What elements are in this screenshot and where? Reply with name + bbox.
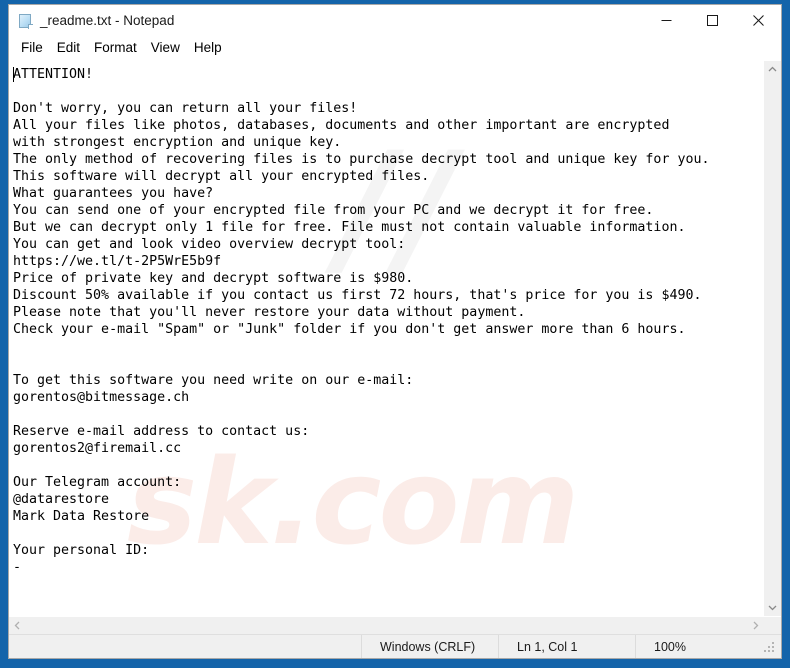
- scroll-up-arrow-icon[interactable]: [764, 61, 781, 78]
- close-button[interactable]: [735, 5, 781, 36]
- text-caret: [13, 67, 14, 82]
- menu-item-edit[interactable]: Edit: [50, 39, 87, 58]
- minimize-button[interactable]: [643, 5, 689, 36]
- menu-item-view[interactable]: View: [144, 39, 187, 58]
- status-line-ending: Windows (CRLF): [361, 635, 498, 658]
- notepad-window: _readme.txt - Notepad File Edit Format V…: [8, 4, 782, 659]
- title-bar-left: _readme.txt - Notepad: [9, 13, 643, 29]
- close-icon: [752, 15, 764, 26]
- text-editor[interactable]: // sk.com ATTENTION! Don't worry, you ca…: [9, 61, 763, 616]
- menu-bar: File Edit Format View Help: [9, 36, 781, 60]
- desktop-background: _readme.txt - Notepad File Edit Format V…: [0, 0, 790, 668]
- maximize-button[interactable]: [689, 5, 735, 36]
- ransom-note-text: ATTENTION! Don't worry, you can return a…: [13, 67, 710, 575]
- horizontal-scrollbar[interactable]: [9, 617, 764, 634]
- vertical-scrollbar-track[interactable]: [764, 78, 781, 599]
- scroll-down-arrow-icon[interactable]: [764, 599, 781, 616]
- status-bar: Windows (CRLF) Ln 1, Col 1 100%: [9, 634, 781, 658]
- status-zoom-level: 100%: [635, 635, 759, 658]
- editor-row: // sk.com ATTENTION! Don't worry, you ca…: [9, 61, 781, 616]
- scrollbar-corner: [764, 617, 781, 634]
- horizontal-scrollbar-row: [9, 616, 781, 634]
- horizontal-scrollbar-track[interactable]: [26, 617, 747, 634]
- vertical-scrollbar[interactable]: [763, 61, 781, 616]
- minimize-icon: [661, 20, 671, 21]
- status-bar-spacer: [9, 635, 361, 658]
- notepad-document-icon: [18, 13, 34, 29]
- menu-item-format[interactable]: Format: [87, 39, 144, 58]
- scroll-right-arrow-icon[interactable]: [747, 617, 764, 634]
- menu-item-file[interactable]: File: [14, 39, 50, 58]
- title-bar[interactable]: _readme.txt - Notepad: [9, 5, 781, 36]
- editor-region: // sk.com ATTENTION! Don't worry, you ca…: [9, 60, 781, 634]
- menu-item-help[interactable]: Help: [187, 39, 229, 58]
- window-title: _readme.txt - Notepad: [40, 12, 175, 28]
- resize-grip-icon[interactable]: [759, 635, 781, 658]
- scroll-left-arrow-icon[interactable]: [9, 617, 26, 634]
- window-controls: [643, 5, 781, 36]
- status-cursor-position: Ln 1, Col 1: [498, 635, 635, 658]
- maximize-icon: [706, 15, 718, 26]
